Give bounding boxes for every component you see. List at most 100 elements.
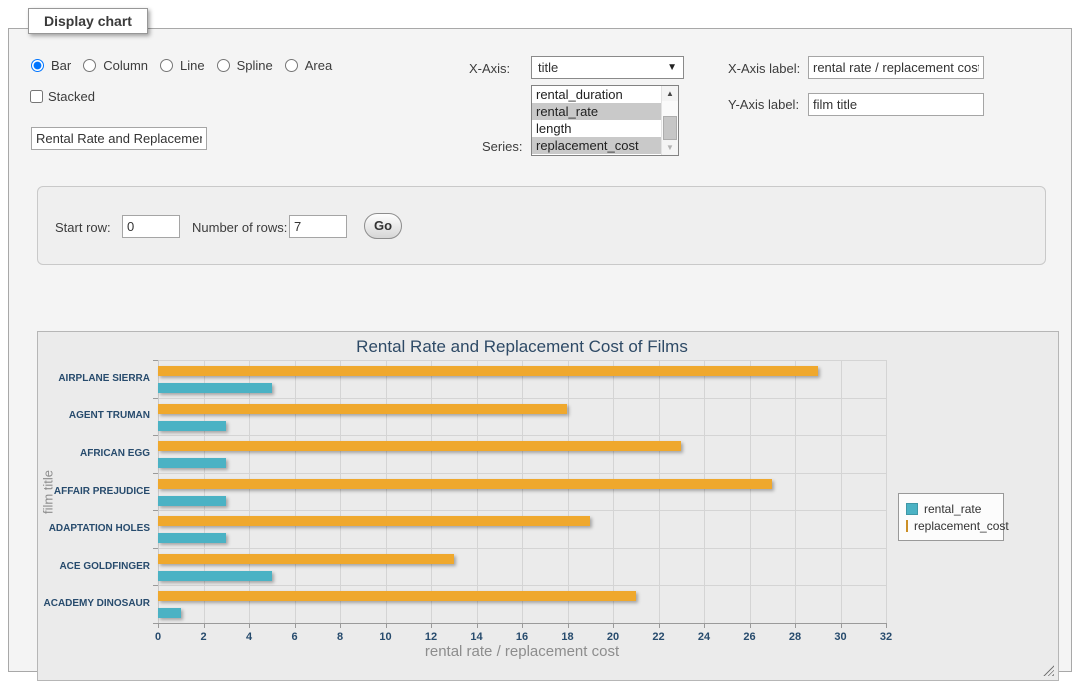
- x-tick-label: 0: [155, 631, 161, 643]
- chart-type-radio-area[interactable]: [285, 59, 298, 72]
- start-row-input[interactable]: [122, 215, 180, 238]
- stacked-label: Stacked: [48, 89, 95, 104]
- gridline-y: [158, 360, 886, 361]
- gridline-y: [158, 398, 886, 399]
- gridline-x: [750, 360, 751, 623]
- chart-legend: rental_rate replacement_cost: [898, 493, 1004, 541]
- y-tick: [153, 623, 158, 624]
- x-tick-label: 20: [607, 631, 619, 643]
- series-option-replacement_cost[interactable]: replacement_cost: [532, 137, 661, 154]
- gridline-x: [386, 360, 387, 623]
- x-tick-label: 2: [200, 631, 206, 643]
- number-of-rows-input[interactable]: [289, 215, 347, 238]
- y-tick: [153, 398, 158, 399]
- x-tick: [659, 623, 660, 628]
- chart-type-radio-group: Bar Column Line Spline Area: [31, 58, 340, 73]
- bar-rental_rate[interactable]: [158, 383, 272, 393]
- chart-type-radio-bar[interactable]: [31, 59, 44, 72]
- category-label: ACADEMY DINOSAUR: [38, 598, 150, 609]
- x-tick: [431, 623, 432, 628]
- bar-rental_rate[interactable]: [158, 608, 181, 618]
- series-listbox[interactable]: rental_durationrental_ratelengthreplacem…: [531, 85, 679, 156]
- bar-replacement_cost[interactable]: [158, 366, 818, 376]
- gridline-x: [340, 360, 341, 623]
- scroll-down-icon[interactable]: ▼: [662, 140, 678, 155]
- bar-rental_rate[interactable]: [158, 496, 226, 506]
- y-tick: [153, 585, 158, 586]
- legend-label: replacement_cost: [914, 519, 1009, 533]
- x-tick: [750, 623, 751, 628]
- legend-item-replacement_cost[interactable]: replacement_cost: [906, 518, 996, 533]
- x-axis-select[interactable]: title ▼: [531, 56, 684, 79]
- y-axis-label-input[interactable]: [808, 93, 984, 116]
- bar-rental_rate[interactable]: [158, 421, 226, 431]
- x-tick: [795, 623, 796, 628]
- bar-replacement_cost[interactable]: [158, 516, 590, 526]
- gridline-x: [477, 360, 478, 623]
- x-tick-label: 6: [291, 631, 297, 643]
- gridline-y: [158, 473, 886, 474]
- x-tick-label: 14: [470, 631, 482, 643]
- gridline-x: [659, 360, 660, 623]
- y-tick: [153, 510, 158, 511]
- bar-replacement_cost[interactable]: [158, 441, 681, 451]
- x-tick: [340, 623, 341, 628]
- series-scrollbar[interactable]: ▲ ▼: [661, 86, 678, 155]
- page: Display chart BarColumnLineSplineArea St…: [0, 0, 1081, 681]
- x-tick-label: 30: [834, 631, 846, 643]
- x-tick: [704, 623, 705, 628]
- x-tick-label: 16: [516, 631, 528, 643]
- y-tick: [153, 435, 158, 436]
- go-button[interactable]: Go: [364, 213, 402, 239]
- bar-replacement_cost[interactable]: [158, 404, 567, 414]
- bar-rental_rate[interactable]: [158, 533, 226, 543]
- chart-title-input[interactable]: [31, 127, 207, 150]
- series-option-rental_rate[interactable]: rental_rate: [532, 103, 661, 120]
- category-label: ADAPTATION HOLES: [38, 523, 150, 534]
- bar-replacement_cost[interactable]: [158, 591, 636, 601]
- legend-item-rental_rate[interactable]: rental_rate: [906, 501, 996, 516]
- x-tick: [295, 623, 296, 628]
- gridline-x: [841, 360, 842, 623]
- x-axis-label-input[interactable]: [808, 56, 984, 79]
- bar-rental_rate[interactable]: [158, 571, 272, 581]
- chart-type-radio-column[interactable]: [83, 59, 96, 72]
- bar-replacement_cost[interactable]: [158, 479, 772, 489]
- x-tick: [613, 623, 614, 628]
- series-option-rental_duration[interactable]: rental_duration: [532, 86, 661, 103]
- resize-grip-icon[interactable]: [1043, 665, 1054, 676]
- gridline-x: [431, 360, 432, 623]
- scroll-up-icon[interactable]: ▲: [662, 86, 678, 101]
- chart-type-label-column[interactable]: Column: [103, 58, 148, 73]
- x-tick: [386, 623, 387, 628]
- chart-type-label-spline[interactable]: Spline: [237, 58, 273, 73]
- stacked-checkbox[interactable]: [30, 90, 43, 103]
- chart-type-radio-spline[interactable]: [217, 59, 230, 72]
- series-options: rental_durationrental_ratelengthreplacem…: [532, 86, 661, 155]
- x-tick: [158, 623, 159, 628]
- gridline-y: [158, 510, 886, 511]
- category-label: AGENT TRUMAN: [38, 410, 150, 421]
- gridline-x: [249, 360, 250, 623]
- x-tick-label: 12: [425, 631, 437, 643]
- x-tick: [568, 623, 569, 628]
- chart-type-radio-line[interactable]: [160, 59, 173, 72]
- x-axis-title: rental rate / replacement cost: [158, 643, 886, 660]
- category-label: AFFAIR PREJUDICE: [38, 486, 150, 497]
- series-option-length[interactable]: length: [532, 120, 661, 137]
- series-select-label: Series:: [482, 139, 522, 154]
- x-tick: [249, 623, 250, 628]
- gridline-x: [886, 360, 887, 623]
- bar-rental_rate[interactable]: [158, 458, 226, 468]
- chart-type-label-area[interactable]: Area: [305, 58, 332, 73]
- x-tick: [204, 623, 205, 628]
- y-axis-text-label: Y-Axis label:: [728, 97, 799, 112]
- scrollbar-thumb[interactable]: [663, 116, 677, 140]
- x-tick: [477, 623, 478, 628]
- chart-type-label-line[interactable]: Line: [180, 58, 205, 73]
- legend-label: rental_rate: [924, 502, 981, 516]
- chart-type-label-bar[interactable]: Bar: [51, 58, 71, 73]
- chevron-down-icon: ▼: [667, 62, 677, 73]
- chart-title: Rental Rate and Replacement Cost of Film…: [158, 337, 886, 357]
- bar-replacement_cost[interactable]: [158, 554, 454, 564]
